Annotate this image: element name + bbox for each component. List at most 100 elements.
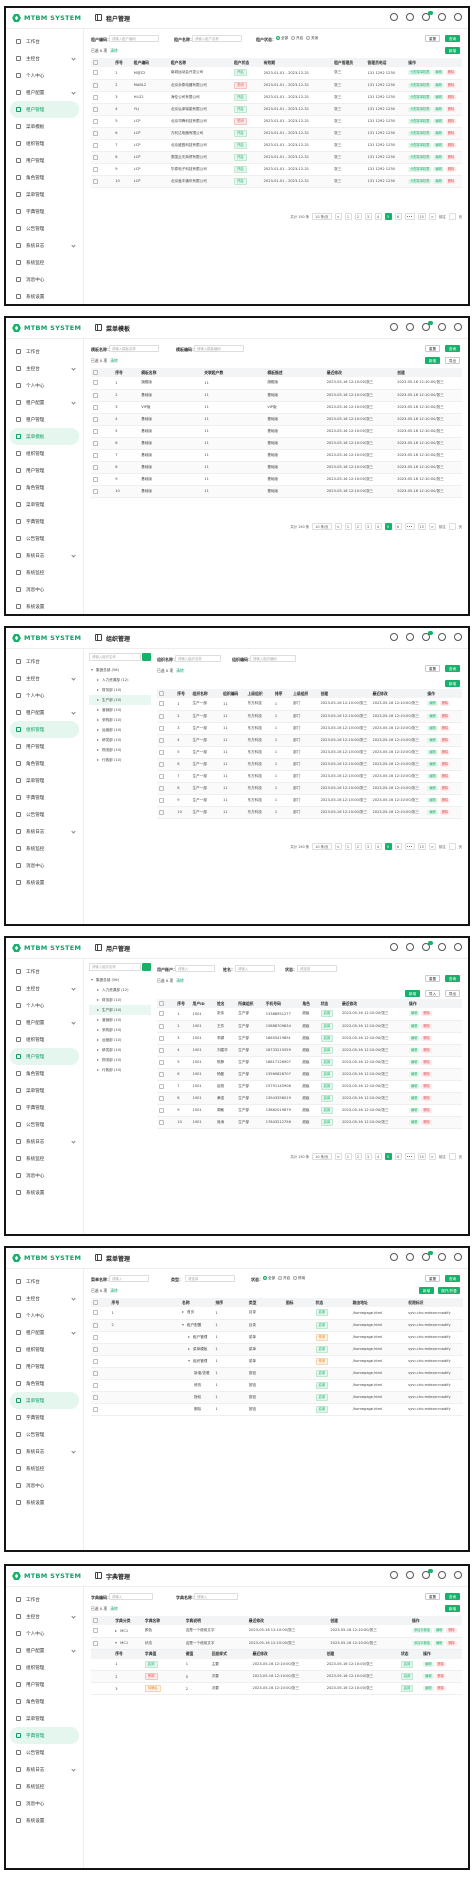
- select-all-checkbox[interactable]: [159, 1001, 164, 1007]
- sidebar-item[interactable]: 工作台: [10, 653, 79, 670]
- caret-right-icon[interactable]: [115, 1629, 118, 1632]
- sidebar-item[interactable]: 组织管理: [10, 721, 79, 738]
- theme-icon[interactable]: [454, 1253, 462, 1261]
- sidebar-item[interactable]: 主控台: [10, 50, 79, 67]
- sidebar-item[interactable]: 个人中心: [10, 377, 79, 394]
- action-delete-button[interactable]: 删除: [445, 142, 457, 148]
- page-button[interactable]: 2: [354, 1152, 362, 1160]
- action-edit-button[interactable]: 编辑: [423, 1661, 434, 1667]
- action-delete-button[interactable]: 删除: [439, 749, 451, 755]
- menu-type-select[interactable]: 请选择: [185, 1275, 235, 1282]
- sidebar-item[interactable]: 租户配置: [10, 1324, 79, 1341]
- action-edit-button[interactable]: 编辑: [433, 118, 444, 124]
- sidebar-item[interactable]: 用户管理: [10, 1048, 79, 1065]
- org-name-input[interactable]: 请输入组织名称: [175, 655, 221, 662]
- page-size-select[interactable]: 10 条/页: [312, 1152, 332, 1160]
- sidebar-item[interactable]: 工作台: [10, 963, 79, 980]
- sidebar-item[interactable]: 系统日志: [10, 823, 79, 840]
- row-checkbox[interactable]: [93, 1370, 98, 1376]
- sidebar-item[interactable]: 系统监控: [10, 1460, 79, 1477]
- action-extra-button[interactable]: 添加字典值: [412, 1628, 432, 1634]
- action-delete-button[interactable]: 删除: [445, 166, 457, 172]
- menu-toggle-icon[interactable]: [95, 324, 102, 331]
- caret-down-icon[interactable]: [188, 1359, 191, 1362]
- sidebar-item[interactable]: 菜单模板: [10, 428, 79, 445]
- row-checkbox[interactable]: [159, 701, 164, 707]
- action-delete-button[interactable]: 删除: [445, 178, 457, 184]
- row-checkbox[interactable]: [159, 749, 164, 755]
- sidebar-item[interactable]: 系统设置: [10, 1184, 79, 1201]
- reset-button[interactable]: 重置: [425, 975, 440, 982]
- clear-selection-link[interactable]: 清除: [176, 668, 184, 673]
- select-all-checkbox[interactable]: [159, 691, 164, 697]
- sidebar-item[interactable]: 字典管理: [10, 1727, 79, 1744]
- action-edit-button[interactable]: 编辑: [427, 785, 438, 791]
- tree-node[interactable]: 研发部 (10): [89, 1045, 151, 1055]
- page-button[interactable]: <: [334, 212, 342, 220]
- tree-node[interactable]: 物流部 (10): [89, 1055, 151, 1065]
- row-checkbox[interactable]: [93, 1406, 98, 1412]
- add-button[interactable]: 新增: [445, 1605, 460, 1612]
- page-button[interactable]: 5: [384, 522, 392, 530]
- tree-node[interactable]: 行政部 (10): [89, 755, 151, 765]
- action-extra-button[interactable]: 分配菜单权限: [408, 142, 432, 148]
- sidebar-item[interactable]: 角色管理: [10, 1065, 79, 1082]
- status-radio-all[interactable]: 全部: [263, 1276, 275, 1281]
- action-delete-button[interactable]: 删除: [435, 1661, 446, 1667]
- export-button[interactable]: 导出: [445, 357, 460, 364]
- page-button[interactable]: •••: [404, 212, 415, 220]
- row-checkbox[interactable]: [93, 178, 98, 184]
- search-icon[interactable]: [406, 1571, 414, 1579]
- action-extra-button[interactable]: 分配菜单权限: [408, 82, 432, 88]
- action-delete-button[interactable]: 删除: [421, 1011, 432, 1017]
- caret-right-icon[interactable]: [97, 1069, 99, 1071]
- action-edit-button[interactable]: 编辑: [433, 142, 444, 148]
- caret-right-icon[interactable]: [97, 729, 99, 731]
- sidebar-item[interactable]: 租户配置: [10, 394, 79, 411]
- action-edit-button[interactable]: 编辑: [423, 1674, 434, 1679]
- row-checkbox[interactable]: [93, 118, 98, 124]
- globe-icon[interactable]: [438, 633, 446, 641]
- page-button[interactable]: 6: [394, 522, 402, 530]
- goto-page-input[interactable]: [448, 1152, 456, 1160]
- row-checkbox[interactable]: [93, 166, 98, 172]
- sidebar-item[interactable]: 个人中心: [10, 997, 79, 1014]
- action-delete-button[interactable]: 删除: [439, 761, 451, 767]
- search-icon[interactable]: [142, 963, 151, 971]
- action-delete-button[interactable]: 删除: [439, 773, 451, 779]
- sidebar-item[interactable]: 主控台: [10, 1608, 79, 1625]
- tree-node[interactable]: 行政部 (10): [89, 1065, 151, 1075]
- page-button[interactable]: 1: [344, 842, 352, 850]
- caret-right-icon[interactable]: [97, 1059, 99, 1061]
- sidebar-item[interactable]: 用户管理: [10, 738, 79, 755]
- sidebar-item[interactable]: 用户管理: [10, 462, 79, 479]
- tree-node[interactable]: 人力资源部 (12): [89, 675, 151, 685]
- row-checkbox[interactable]: [93, 1640, 98, 1646]
- row-checkbox[interactable]: [159, 1011, 164, 1017]
- action-delete-button[interactable]: 删除: [446, 1640, 457, 1646]
- sidebar-item[interactable]: 工作台: [10, 33, 79, 50]
- help-icon[interactable]: [390, 633, 398, 641]
- tree-node[interactable]: 营销部 (10): [89, 705, 151, 715]
- action-edit-button[interactable]: 编辑: [433, 70, 444, 76]
- action-delete-button[interactable]: 删除: [421, 1107, 432, 1113]
- action-extra-button[interactable]: 分配菜单权限: [408, 106, 432, 112]
- page-button[interactable]: 6: [394, 1152, 402, 1160]
- sidebar-item[interactable]: 组织管理: [10, 135, 79, 152]
- query-button[interactable]: 查询: [445, 665, 460, 672]
- page-button[interactable]: <: [334, 842, 342, 850]
- sidebar-item[interactable]: 工作台: [10, 1591, 79, 1608]
- row-checkbox[interactable]: [159, 773, 164, 779]
- action-edit-button[interactable]: 编辑: [433, 130, 444, 136]
- tree-node[interactable]: 财务部 (10): [89, 995, 151, 1005]
- page-button[interactable]: 3: [364, 842, 372, 850]
- sidebar-item[interactable]: 系统日志: [10, 1133, 79, 1150]
- action-extra-button[interactable]: 分配菜单权限: [408, 166, 432, 172]
- sidebar-item[interactable]: 菜单管理: [10, 186, 79, 203]
- row-checkbox[interactable]: [93, 82, 98, 88]
- caret-right-icon[interactable]: [97, 699, 99, 701]
- action-delete-button[interactable]: 删除: [439, 797, 451, 803]
- row-checkbox[interactable]: [93, 1358, 98, 1364]
- action-edit-button[interactable]: 编辑: [427, 809, 438, 815]
- sidebar-item[interactable]: 个人中心: [10, 687, 79, 704]
